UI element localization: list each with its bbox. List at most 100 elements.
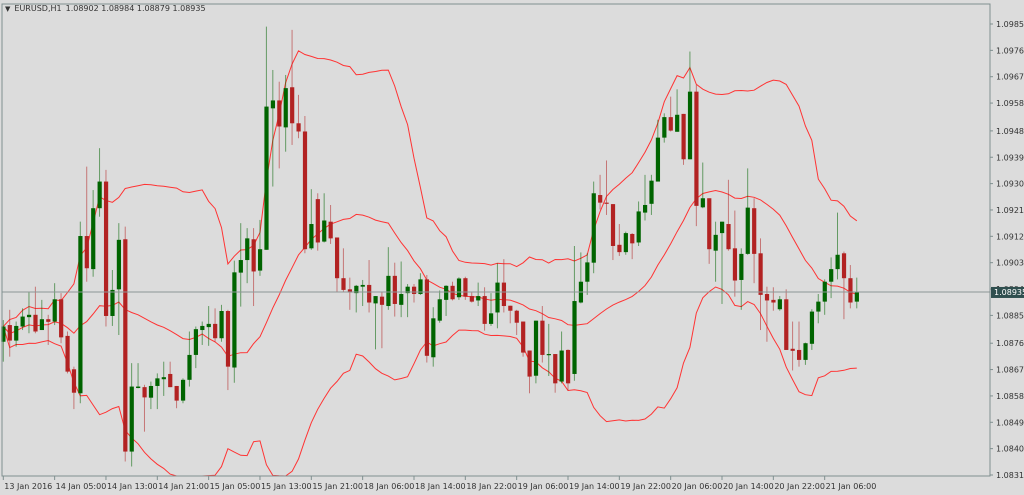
bullish-candle — [700, 162, 705, 209]
candle-body — [322, 220, 327, 242]
bullish-candle — [546, 323, 551, 377]
candle-body — [360, 284, 365, 287]
bearish-candle — [213, 308, 218, 342]
bearish-candle — [71, 366, 77, 410]
bearish-candle — [617, 224, 622, 256]
candle-body — [456, 278, 462, 298]
bullish-candle — [97, 148, 102, 217]
bullish-candle — [155, 373, 160, 410]
candle-body — [700, 198, 705, 208]
candle-body — [482, 296, 487, 324]
bullish-candle — [405, 284, 410, 318]
bearish-candle — [59, 293, 64, 344]
price-tick-label: 1.09125 — [996, 232, 1024, 241]
bearish-candle — [296, 94, 301, 139]
bearish-candle — [142, 384, 147, 432]
candle-body — [758, 253, 763, 295]
bearish-candle — [251, 228, 256, 307]
bearish-candle — [610, 204, 616, 261]
time-tick-label: 14 Jan 21:00 — [158, 482, 209, 491]
bullish-candle — [206, 306, 211, 346]
bullish-candle — [14, 321, 19, 347]
price-tick-label: 1.09035 — [996, 259, 1024, 268]
bearish-candle — [424, 274, 430, 363]
price-tick-label: 1.08855 — [996, 311, 1024, 320]
candle-body — [232, 272, 237, 368]
bullish-candle — [270, 69, 276, 187]
bullish-candle — [283, 74, 288, 152]
time-tick-label: 18 Jan 06:00 — [364, 482, 415, 491]
bearish-candle — [726, 179, 731, 251]
bearish-candle — [508, 305, 513, 324]
candle-body — [334, 237, 340, 279]
candle-body — [123, 239, 128, 452]
candle-body — [797, 349, 802, 360]
bullish-candle — [835, 212, 840, 280]
bearish-candle — [752, 198, 757, 284]
time-tick-label: 18 Jan 14:00 — [415, 482, 466, 491]
bearish-candle — [707, 198, 712, 264]
bearish-candle — [598, 174, 603, 210]
candle-body — [411, 286, 417, 295]
bullish-candle — [399, 261, 404, 318]
candle-body — [283, 88, 288, 128]
candle-body — [514, 310, 519, 323]
time-axis[interactable]: 13 Jan 2016 14 Jan 05:00 14 Jan 13:00 14 Ja… — [2, 476, 877, 491]
bearish-candle — [33, 286, 38, 334]
time-tick-label: 19 Jan 06:00 — [518, 482, 569, 491]
bearish-candle — [482, 287, 487, 331]
candle-body — [270, 100, 276, 109]
candle-body — [168, 373, 173, 388]
bearish-candle — [630, 233, 635, 260]
candle-body — [636, 211, 641, 243]
bearish-candle — [174, 385, 179, 409]
candle-body — [110, 289, 115, 316]
time-tick-label: 13 Jan 2016 — [4, 482, 52, 491]
candle-body — [373, 296, 378, 304]
bearish-candle — [277, 81, 282, 169]
time-tick-label: 15 Jan 13:00 — [261, 482, 312, 491]
candle-body — [598, 195, 603, 203]
price-tick-label: 1.08490 — [996, 418, 1024, 427]
price-tick-label: 1.09670 — [996, 73, 1024, 82]
time-tick-label: 20 Jan 22:00 — [774, 482, 825, 491]
bearish-candle — [65, 331, 70, 374]
candle-body — [444, 285, 449, 300]
candle-body — [200, 325, 205, 331]
time-tick-label: 20 Jan 14:00 — [723, 482, 774, 491]
price-tick-label: 1.08400 — [996, 445, 1024, 454]
bullish-candle — [816, 294, 821, 324]
bearish-candle — [328, 204, 333, 244]
candle-body — [707, 198, 712, 250]
bearish-candle — [290, 29, 295, 145]
candle-body — [290, 87, 295, 124]
bullish-candle — [476, 282, 481, 307]
price-tick-label: 1.09395 — [996, 153, 1024, 162]
bullish-candle — [373, 296, 378, 350]
price-axis[interactable]: 1.09850 1.09760 1.09670 1.09580 1.09485 1.093… — [990, 20, 1024, 480]
time-tick-label: 20 Jan 06:00 — [672, 482, 723, 491]
bullish-candle — [662, 113, 667, 143]
bullish-candle — [26, 291, 32, 334]
bullish-candle — [52, 283, 57, 326]
candle-body — [501, 282, 507, 307]
candle-body — [572, 301, 577, 374]
bullish-candle — [456, 277, 462, 300]
bullish-candle — [745, 168, 750, 255]
time-tick-label: 21 Jan 06:00 — [826, 482, 877, 491]
candle-body — [180, 379, 186, 401]
price-chart[interactable]: 1.09850 1.09760 1.09670 1.09580 1.09485 1.093… — [0, 0, 1024, 495]
candle-body — [630, 233, 635, 244]
candle-body — [91, 208, 96, 270]
time-tick-label: 15 Jan 21:00 — [312, 482, 363, 491]
bearish-candle — [315, 193, 320, 251]
bullish-candle — [161, 361, 166, 396]
bearish-candle — [367, 260, 372, 313]
bearish-candle — [797, 321, 802, 367]
candle-body — [790, 348, 795, 351]
candle-body — [59, 299, 64, 338]
price-tick-label: 1.09580 — [996, 99, 1024, 108]
candle-body — [187, 354, 192, 380]
triangle-down-icon[interactable]: ▼ — [5, 5, 10, 13]
candle-body — [251, 239, 256, 272]
